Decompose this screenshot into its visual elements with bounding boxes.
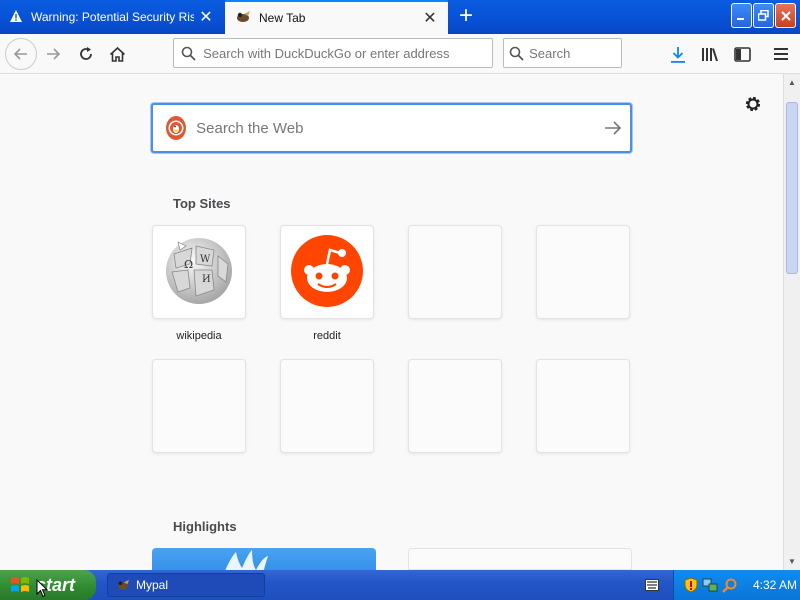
security-shield-icon[interactable]	[684, 577, 698, 593]
taskbar-item-mypal[interactable]: Mypal	[107, 573, 265, 597]
vertical-scrollbar[interactable]: ▲ ▼	[783, 74, 800, 570]
tab-strip: Warning: Potential Security Risk A ✕ New…	[0, 0, 800, 34]
scroll-down-icon[interactable]: ▼	[784, 553, 800, 569]
tab-new-tab[interactable]: New Tab ✕	[225, 0, 448, 34]
top-sites-heading: Top Sites	[173, 196, 231, 211]
search-icon	[504, 46, 529, 61]
web-search-input[interactable]	[196, 119, 597, 137]
tab-label: New Tab	[259, 11, 306, 25]
search-input[interactable]	[529, 45, 621, 61]
sidebar-icon	[733, 46, 751, 62]
warning-icon	[9, 9, 23, 26]
svg-text:W: W	[200, 254, 211, 265]
windows-taskbar: start Mypal 4:32 AM	[0, 570, 800, 600]
windows-logo-icon	[10, 575, 30, 595]
home-icon	[109, 46, 125, 62]
keyboard-icon[interactable]	[645, 579, 659, 591]
tab-security-warning[interactable]: Warning: Potential Security Risk A ✕	[0, 0, 224, 34]
scroll-up-icon[interactable]: ▲	[784, 74, 800, 90]
hamburger-menu-icon	[774, 48, 788, 60]
mypal-icon	[235, 9, 251, 28]
close-window-button[interactable]	[775, 3, 796, 28]
top-site-tile-empty[interactable]	[536, 225, 630, 319]
close-tab-icon[interactable]: ✕	[418, 8, 442, 28]
mypal-icon	[116, 578, 130, 592]
top-site-tile-empty[interactable]	[152, 359, 246, 453]
customize-gear-icon[interactable]	[743, 94, 763, 114]
top-site-tile-empty[interactable]	[280, 359, 374, 453]
highlights-heading: Highlights	[173, 519, 237, 534]
download-icon	[671, 46, 685, 63]
forward-arrow-icon	[47, 48, 61, 60]
minimize-button[interactable]	[731, 3, 752, 28]
forward-button[interactable]	[41, 42, 65, 66]
top-site-tile-wikipedia[interactable]: Ω W И	[152, 225, 246, 319]
search-icon[interactable]	[722, 578, 737, 593]
mouse-cursor-icon	[36, 579, 48, 598]
network-icon[interactable]	[702, 577, 718, 593]
top-site-tile-empty[interactable]	[408, 225, 502, 319]
downloads-button[interactable]	[666, 42, 690, 66]
url-input[interactable]	[203, 45, 492, 61]
top-site-label: wikipedia	[176, 330, 222, 342]
top-site-tile-empty[interactable]	[408, 359, 502, 453]
top-site-tile-empty[interactable]	[536, 359, 630, 453]
reddit-icon	[290, 234, 364, 311]
back-arrow-icon	[13, 48, 27, 60]
clock: 4:32 AM	[753, 578, 798, 592]
close-tab-icon[interactable]: ✕	[194, 7, 218, 27]
sidebar-button[interactable]	[730, 42, 754, 66]
system-tray: 4:32 AM	[673, 570, 800, 600]
top-site-tile-reddit[interactable]	[280, 225, 374, 319]
navigation-toolbar	[0, 34, 800, 74]
new-tab-page: Top Sites Ω W И wikipedia	[0, 74, 783, 570]
library-icon	[702, 48, 718, 62]
search-bar[interactable]	[503, 38, 622, 68]
minimize-icon	[737, 18, 744, 20]
back-button[interactable]	[5, 38, 37, 70]
url-bar[interactable]	[173, 38, 493, 68]
close-icon	[780, 10, 791, 21]
taskbar-item-label: Mypal	[136, 578, 169, 592]
restore-icon	[758, 10, 769, 21]
menu-button[interactable]	[769, 42, 793, 66]
highlight-card[interactable]	[152, 548, 376, 570]
start-button[interactable]: start	[0, 570, 96, 600]
library-button[interactable]	[698, 42, 722, 66]
search-submit-arrow-icon[interactable]	[596, 120, 630, 136]
highlight-card[interactable]	[408, 548, 632, 570]
new-tab-button[interactable]: +	[452, 3, 480, 31]
svg-text:Ω: Ω	[184, 258, 193, 271]
wikipedia-icon: Ω W И	[162, 234, 236, 311]
tab-label: Warning: Potential Security Risk A	[31, 10, 194, 24]
svg-text:И: И	[202, 274, 211, 285]
home-button[interactable]	[105, 42, 129, 66]
restore-button[interactable]	[753, 3, 774, 28]
search-icon	[174, 46, 203, 61]
reload-button[interactable]	[74, 42, 98, 66]
scroll-thumb[interactable]	[786, 102, 798, 274]
top-site-label: reddit	[313, 330, 341, 342]
highlight-thumbnail-icon	[225, 550, 268, 570]
web-search-box[interactable]	[151, 103, 632, 153]
reload-icon	[80, 47, 92, 60]
duckduckgo-icon	[166, 116, 187, 140]
